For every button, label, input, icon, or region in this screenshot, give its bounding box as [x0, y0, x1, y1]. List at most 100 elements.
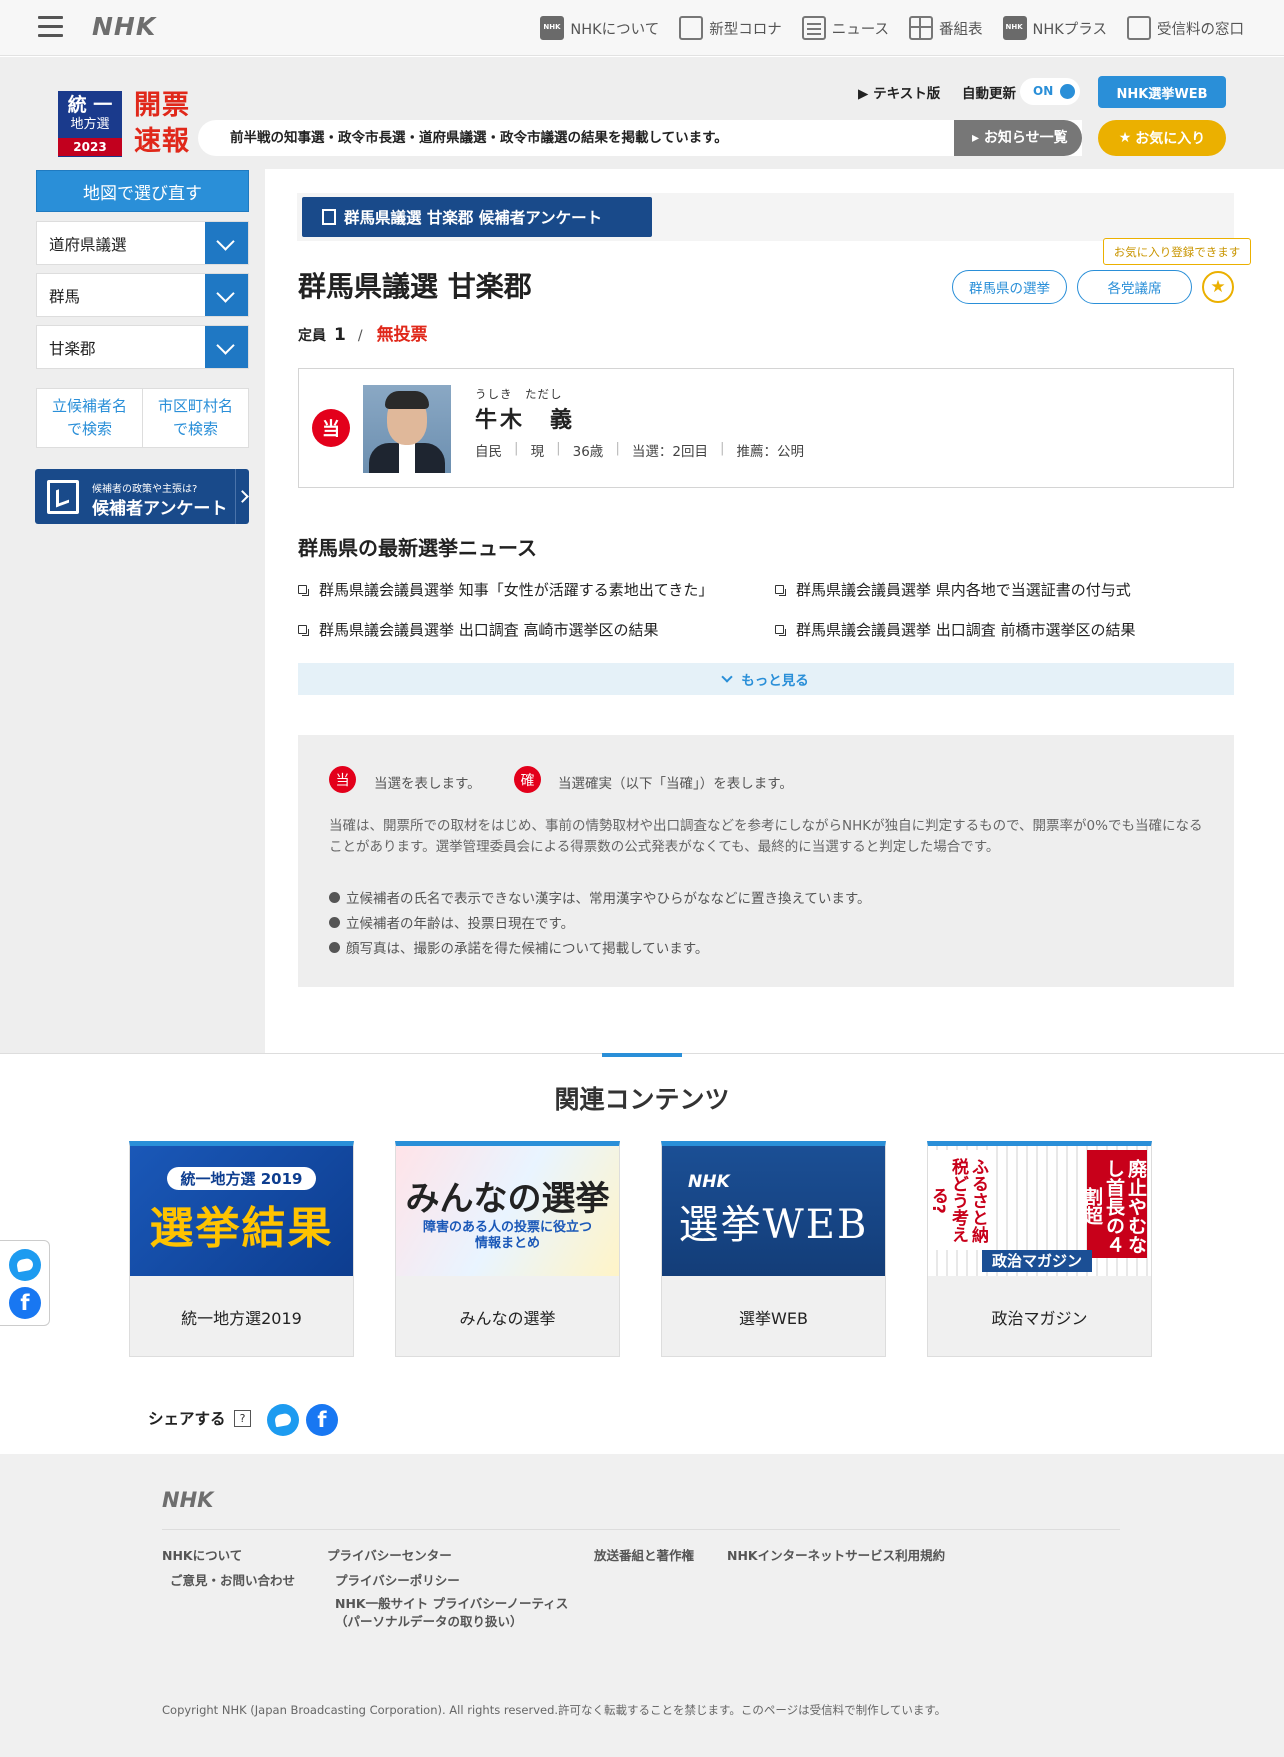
nav-item-program[interactable]: 番組表	[909, 16, 983, 40]
party-seats-button[interactable]: 各党議席	[1077, 270, 1192, 304]
select-value: 道府県議選	[49, 236, 127, 254]
news-item[interactable]: 群馬県議会議員選挙 出口調査 前橋市選挙区の結果	[775, 619, 1136, 640]
star-icon: ★	[1118, 130, 1132, 146]
reception-fee-icon	[1127, 16, 1151, 40]
favorite-button[interactable]: ★ お気に入り	[1098, 120, 1226, 156]
tab-candidate-survey[interactable]: 群馬県議選 甘楽郡 候補者アンケート	[302, 197, 652, 237]
bullet-text: 立候補者の年齢は、投票日現在です。	[346, 916, 575, 932]
legend-bullet: 顔写真は、撮影の承諾を得た候補について掲載しています。	[329, 937, 708, 957]
legend-paragraph: 当確は、開票所での取材をはじめ、事前の情勢取材や出口調査などを参考にしながらNH…	[329, 818, 1203, 855]
more-news-button[interactable]: もっと見る	[298, 663, 1234, 695]
auto-update-toggle[interactable]: ON	[1020, 78, 1080, 105]
search-by-candidate-button[interactable]: 立候補者名 で検索	[37, 389, 143, 447]
card-caption: 選挙WEB	[739, 1308, 808, 1328]
footer-link[interactable]: 放送番組と著作権	[594, 1545, 694, 1564]
twitter-icon[interactable]	[267, 1404, 299, 1436]
label-line: 市区町村名	[157, 397, 233, 415]
nav-item-reception[interactable]: 受信料の窓口	[1127, 16, 1244, 40]
footer-link[interactable]: NHKについて	[162, 1545, 242, 1564]
news-title: 群馬県議会議員選挙 知事「女性が活躍する素地出てきた」	[319, 581, 714, 599]
footer-link[interactable]: プライバシーセンター	[327, 1545, 452, 1564]
candidate-survey-banner[interactable]: 候補者の政策や主張は? 候補者アンケート	[35, 469, 249, 524]
footer-logo[interactable]: NHK	[162, 1488, 213, 1512]
bullet-dot	[329, 941, 340, 953]
card-caption: 統一地方選2019	[181, 1308, 302, 1328]
share-help-button[interactable]: ?	[234, 1410, 251, 1427]
label-line: 立候補者名	[51, 397, 127, 415]
chevron-down-icon	[205, 274, 248, 316]
related-card-minna-senkyo[interactable]: みんなの選挙 障害のある人の投票に役立つ 情報まとめ みんなの選挙	[395, 1141, 620, 1357]
nav-label: 受信料の窓口	[1157, 21, 1244, 38]
card-caption: 政治マガジン	[991, 1308, 1088, 1328]
banner-title: 候補者アンケート	[92, 499, 228, 519]
prefecture-select[interactable]: 群馬	[36, 273, 249, 317]
election-title: 開票 速報	[134, 88, 190, 160]
badge-line1: 統 一	[67, 94, 113, 116]
text-version-link[interactable]: ▶ テキスト版	[858, 82, 940, 102]
favorite-star-button[interactable]: ★	[1202, 271, 1234, 303]
sure-win-mark: 確	[514, 766, 541, 793]
nhk-plus-icon	[1002, 16, 1027, 40]
select-value: 群馬	[49, 288, 81, 306]
legend-bullet: 立候補者の氏名で表示できない漢字は、常用漢字やひらがななどに置き換えています。	[329, 887, 870, 907]
related-image: みんなの選挙 障害のある人の投票に役立つ 情報まとめ	[396, 1146, 619, 1276]
candidate-card[interactable]: 当 うしき ただし 牛木 義 自民 | 現 | 36歳 | 当選：2回目 | 推薦：公明	[298, 368, 1234, 488]
search-by-city-button[interactable]: 市区町村名 で検索	[143, 389, 248, 447]
win-mark: 当	[329, 766, 356, 793]
sure-win-description: 当選確実（以下「当確」）を表します。	[558, 776, 793, 792]
tab-label: 群馬県議選 甘楽郡 候補者アンケート	[344, 209, 603, 227]
no-vote-label: 無投票	[376, 325, 428, 345]
bullet-text: 顔写真は、撮影の承諾を得た候補について掲載しています。	[346, 941, 709, 957]
news-item[interactable]: 群馬県議会議員選挙 出口調査 高崎市選挙区の結果	[298, 619, 659, 640]
prefecture-election-button[interactable]: 群馬県の選挙	[952, 270, 1067, 304]
footer-link[interactable]: ご意見・お問い合わせ	[170, 1570, 295, 1589]
nav-item-news[interactable]: ニュース	[801, 16, 889, 40]
candidate-kana: うしき ただし	[475, 387, 563, 401]
related-card-seiji-magazine[interactable]: ふるさと納税どう考える? 廃止やむなし首長の４割超 政治マガジン 政治マガジン	[927, 1141, 1152, 1357]
menu-icon[interactable]	[38, 16, 63, 38]
toggle-knob	[1060, 84, 1075, 99]
image-text: 選挙結果	[149, 1202, 334, 1254]
chevron-down-icon	[205, 326, 248, 368]
badge-year: 2023	[58, 138, 122, 156]
favorite-label: お気に入り	[1135, 131, 1206, 147]
election-type-select[interactable]: 道府県議選	[36, 221, 249, 265]
district-select[interactable]: 甘楽郡	[36, 325, 249, 369]
related-card-election-2019[interactable]: 統一地方選 2019 選挙結果 統一地方選2019	[129, 1141, 354, 1357]
nav-item-about[interactable]: NHKについて	[540, 16, 659, 40]
auto-update-label: 自動更新	[962, 86, 1016, 102]
footer-link[interactable]: NHK一般サイト プライバシーノーティス	[335, 1593, 568, 1612]
chevron-right-icon	[235, 469, 249, 524]
related-image: NHK 選挙WEB	[662, 1146, 885, 1276]
survey-icon	[47, 480, 79, 514]
news-heading: 群馬県の最新選挙ニュース	[298, 536, 537, 560]
nav-item-corona[interactable]: 新型コロナ	[679, 16, 782, 40]
news-title: 群馬県議会議員選挙 出口調査 高崎市選挙区の結果	[319, 621, 659, 639]
facebook-icon[interactable]: f	[306, 1404, 338, 1436]
nav-item-plus[interactable]: NHKプラス	[1002, 16, 1107, 40]
footer-link[interactable]: （パーソナルデータの取り扱い）	[335, 1611, 523, 1630]
election-web-button[interactable]: NHK選挙WEB	[1098, 76, 1226, 108]
notice-list-button[interactable]: ▸ お知らせ一覧	[954, 120, 1082, 156]
footer-link[interactable]: プライバシーポリシー	[335, 1570, 460, 1589]
election-badge[interactable]: 統 一 地方選 2023	[58, 91, 122, 157]
notice-list-label: お知らせ一覧	[983, 130, 1068, 146]
copyright: Copyright NHK (Japan Broadcasting Corpor…	[162, 1703, 947, 1717]
news-title: 群馬県議会議員選挙 出口調査 前橋市選挙区の結果	[796, 621, 1136, 639]
nav-label: 新型コロナ	[709, 21, 782, 38]
news-item[interactable]: 群馬県議会議員選挙 県内各地で当選証書の付与式	[775, 579, 1131, 600]
image-text: 統一地方選 2019	[166, 1166, 317, 1190]
news-item[interactable]: 群馬県議会議員選挙 知事「女性が活躍する素地出てきた」	[298, 579, 713, 600]
nhk-logo[interactable]: NHK	[92, 12, 156, 41]
facebook-icon[interactable]: f	[9, 1287, 41, 1319]
map-reselect-button[interactable]: 地図で選び直す	[36, 170, 249, 212]
nav-label: NHKについて	[570, 21, 660, 38]
image-text: 廃止やむなし首長の４割超	[1081, 1150, 1147, 1258]
related-card-senkyo-web[interactable]: NHK 選挙WEB 選挙WEB	[661, 1141, 886, 1357]
bullet-dot	[329, 916, 340, 928]
external-link-icon	[775, 625, 786, 636]
footer-link[interactable]: NHKインターネットサービス利用規約	[727, 1545, 945, 1564]
label-line: で検索	[66, 420, 112, 438]
twitter-icon[interactable]	[9, 1249, 41, 1281]
bullet-dot	[329, 891, 340, 903]
